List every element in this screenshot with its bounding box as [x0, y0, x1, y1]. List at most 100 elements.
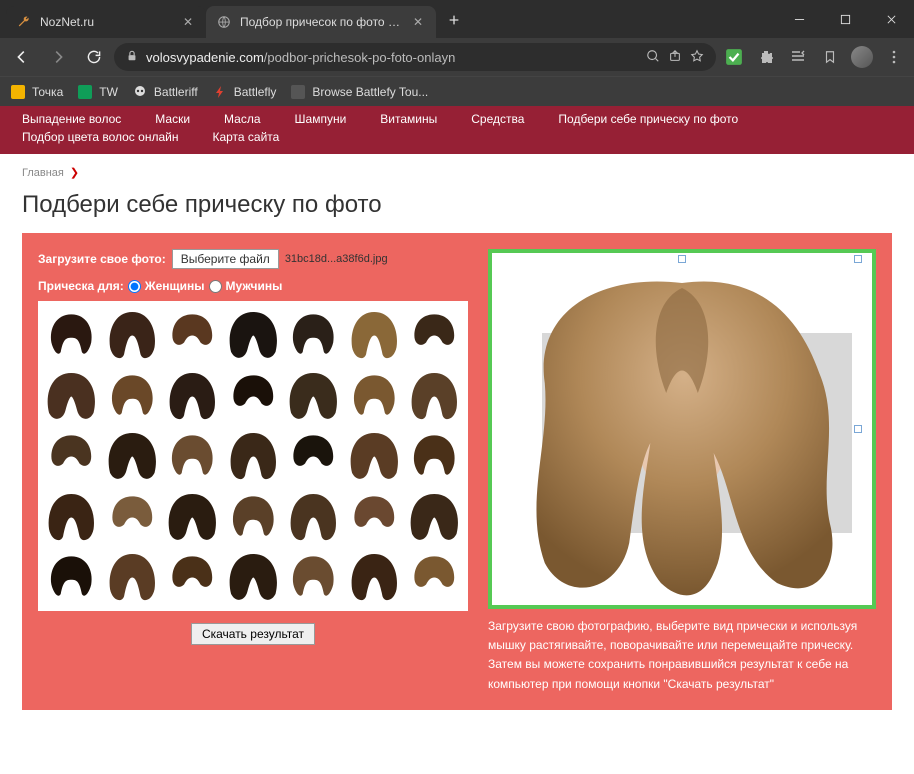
hair-grid	[38, 301, 468, 610]
hair-option[interactable]	[103, 366, 162, 425]
close-icon[interactable]: ✕	[410, 14, 426, 30]
hair-option[interactable]	[42, 487, 101, 546]
hair-option[interactable]	[405, 547, 464, 606]
window-titlebar: NozNet.ru ✕ Подбор причесок по фото онла…	[0, 0, 914, 38]
hair-option[interactable]	[345, 487, 404, 546]
preview-box[interactable]	[488, 249, 876, 609]
lightning-icon	[212, 84, 228, 100]
hair-option[interactable]	[284, 487, 343, 546]
chevron-right-icon: ❯	[67, 167, 79, 179]
new-tab-button[interactable]	[440, 6, 468, 34]
resize-handle-ne[interactable]	[854, 255, 862, 263]
nav-link[interactable]: Маски	[155, 112, 190, 126]
bookmarks-bar: Точка TW Battleriff Battlefly Browse Bat…	[0, 76, 914, 106]
menu-button[interactable]	[880, 43, 908, 71]
zoom-icon[interactable]	[646, 49, 660, 66]
avatar[interactable]	[848, 43, 876, 71]
extension-puzzle-icon[interactable]	[752, 43, 780, 71]
hair-option[interactable]	[345, 426, 404, 485]
breadcrumb-link[interactable]: Главная	[22, 167, 64, 179]
upload-label: Загрузите свое фото:	[38, 252, 166, 266]
bookmark-item[interactable]: Battlefly	[212, 84, 277, 100]
hair-option[interactable]	[163, 547, 222, 606]
skull-icon	[132, 84, 148, 100]
bookmark-item[interactable]: Battleriff	[132, 84, 198, 100]
hair-option[interactable]	[163, 487, 222, 546]
tab-title: NozNet.ru	[40, 15, 172, 29]
star-icon[interactable]	[690, 49, 704, 66]
hair-option[interactable]	[42, 366, 101, 425]
hair-option[interactable]	[163, 366, 222, 425]
share-icon[interactable]	[668, 49, 682, 66]
window-controls	[776, 3, 914, 35]
address-bar[interactable]: volosvypadenie.com/podbor-prichesok-po-f…	[114, 43, 716, 71]
label-male[interactable]: Мужчины	[226, 279, 283, 293]
hair-option[interactable]	[405, 366, 464, 425]
back-button[interactable]	[6, 41, 38, 73]
hair-option[interactable]	[42, 547, 101, 606]
close-window-button[interactable]	[868, 3, 914, 35]
nav-link[interactable]: Карта сайта	[212, 130, 279, 144]
hair-option[interactable]	[42, 426, 101, 485]
hair-option[interactable]	[224, 305, 283, 364]
download-button[interactable]: Скачать результат	[191, 623, 315, 645]
tab-title: Подбор причесок по фото онла	[240, 15, 402, 29]
resize-handle-n[interactable]	[678, 255, 686, 263]
bookmark-icon[interactable]	[816, 43, 844, 71]
instructions-text: Загрузите свою фотографию, выберите вид …	[488, 617, 876, 694]
hair-option[interactable]	[345, 366, 404, 425]
reload-button[interactable]	[78, 41, 110, 73]
forward-button[interactable]	[42, 41, 74, 73]
hair-option[interactable]	[224, 366, 283, 425]
site-nav: Выпадение волос Маски Масла Шампуни Витамины…	[0, 106, 914, 154]
hair-option[interactable]	[224, 426, 283, 485]
hair-option[interactable]	[345, 305, 404, 364]
hair-option[interactable]	[284, 426, 343, 485]
extension-check-icon[interactable]	[720, 43, 748, 71]
nav-link[interactable]: Масла	[224, 112, 260, 126]
browser-toolbar: volosvypadenie.com/podbor-prichesok-po-f…	[0, 38, 914, 76]
tab-hairstyle[interactable]: Подбор причесок по фото онла ✕	[206, 6, 436, 38]
reading-list-icon[interactable]	[784, 43, 812, 71]
hair-option[interactable]	[405, 305, 464, 364]
resize-handle-e[interactable]	[854, 425, 862, 433]
nav-link[interactable]: Средства	[471, 112, 524, 126]
radio-male[interactable]	[209, 280, 222, 293]
hair-option[interactable]	[103, 487, 162, 546]
hair-option[interactable]	[42, 305, 101, 364]
nav-link[interactable]: Выпадение волос	[22, 112, 121, 126]
hair-option[interactable]	[405, 487, 464, 546]
hair-option[interactable]	[224, 487, 283, 546]
bookmark-item[interactable]: Browse Battlefy Tou...	[290, 84, 428, 100]
nav-link[interactable]: Шампуни	[295, 112, 347, 126]
hair-grid-scroll[interactable]	[38, 301, 468, 611]
tabs-area: NozNet.ru ✕ Подбор причесок по фото онла…	[0, 0, 776, 38]
hair-option[interactable]	[284, 366, 343, 425]
bookmark-item[interactable]: TW	[77, 84, 118, 100]
hair-overlay[interactable]	[492, 263, 872, 603]
filename-text: 31bc18d...a38f6d.jpg	[285, 253, 388, 265]
hair-option[interactable]	[224, 547, 283, 606]
gender-row: Прическа для: Женщины Мужчины	[38, 279, 468, 293]
hair-option[interactable]	[103, 426, 162, 485]
choose-file-button[interactable]: Выберите файл	[172, 249, 279, 269]
nav-link[interactable]: Витамины	[380, 112, 437, 126]
nav-link[interactable]: Подбери себе прическу по фото	[558, 112, 738, 126]
hair-option[interactable]	[284, 305, 343, 364]
hair-option[interactable]	[163, 426, 222, 485]
tab-noznet[interactable]: NozNet.ru ✕	[6, 6, 206, 38]
hair-option[interactable]	[405, 426, 464, 485]
hair-option[interactable]	[103, 547, 162, 606]
hair-option[interactable]	[163, 305, 222, 364]
hair-option[interactable]	[345, 547, 404, 606]
nav-link[interactable]: Подбор цвета волос онлайн	[22, 130, 178, 144]
radio-female[interactable]	[128, 280, 141, 293]
maximize-button[interactable]	[822, 3, 868, 35]
close-icon[interactable]: ✕	[180, 14, 196, 30]
label-female[interactable]: Женщины	[145, 279, 205, 293]
minimize-button[interactable]	[776, 3, 822, 35]
bookmark-folder-icon	[10, 84, 26, 100]
hair-option[interactable]	[103, 305, 162, 364]
hair-option[interactable]	[284, 547, 343, 606]
bookmark-item[interactable]: Точка	[10, 84, 63, 100]
